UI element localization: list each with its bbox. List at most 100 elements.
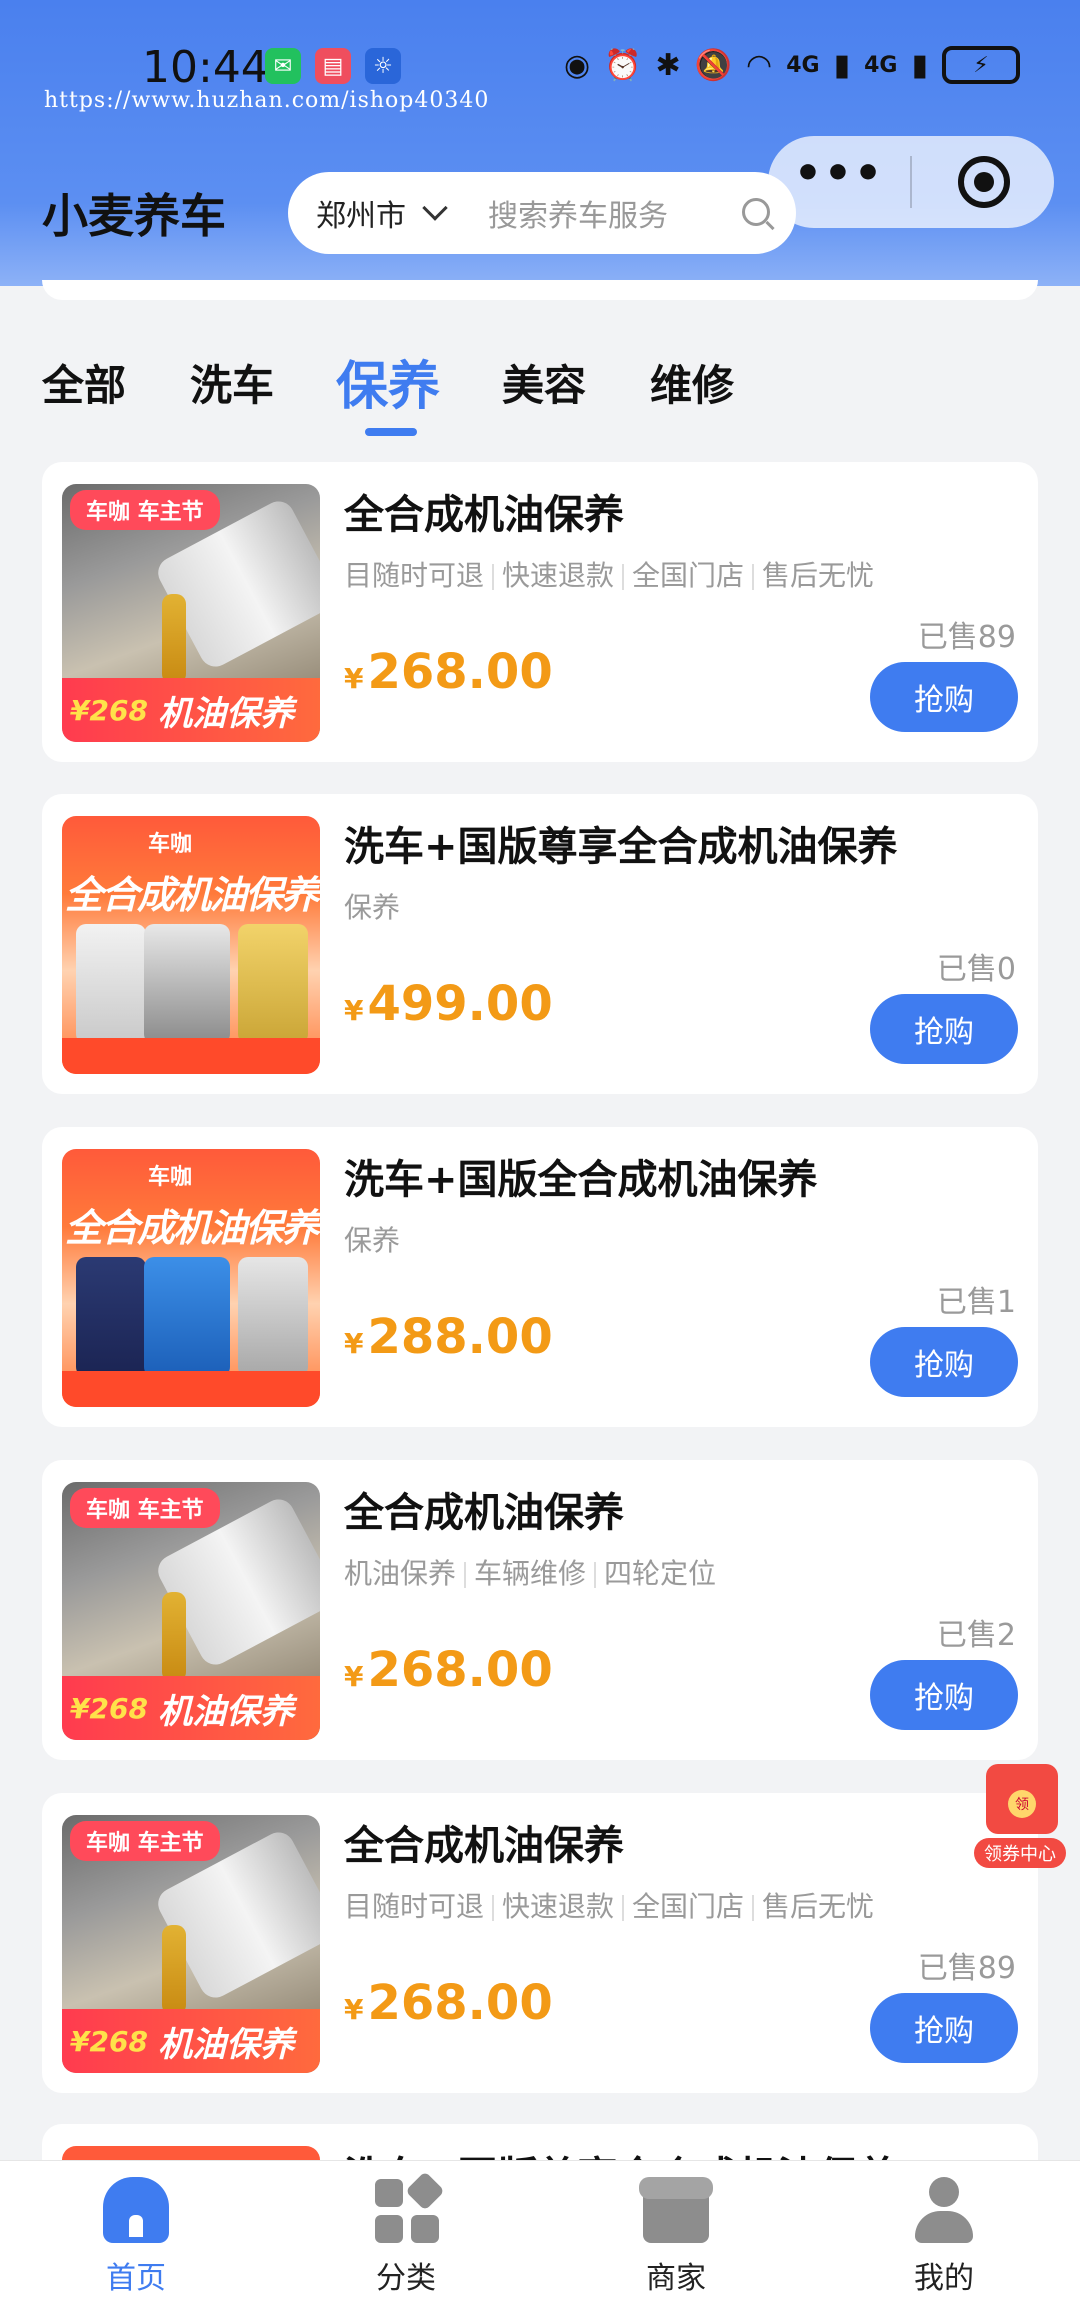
image-base [62,1371,320,1407]
close-target-icon[interactable] [958,156,1010,208]
image-title: 全合成机油保养 [64,873,319,917]
search-icon[interactable] [742,198,770,226]
product-title[interactable]: 全合成机油保养 [344,482,624,540]
product-title[interactable]: 洗车+国版全合成机油保养 [344,1147,818,1205]
tag-divider [594,1562,597,1588]
product-price: ¥288.00 [344,1309,553,1365]
product-image[interactable]: 车咖 全合成机油保养 [62,816,320,1074]
category-tabs: 全部 洗车 保养 美容 维修 [0,340,1080,436]
product-card[interactable]: 车咖 全合成机油保养 洗车+国版尊享全合成机油保养 保养 ¥499.00 已售0… [42,794,1038,1094]
image-price: ¥268 [70,2024,148,2058]
product-tags: 机油保养 车辆维修 四轮定位 [344,1552,716,1592]
bluetooth-icon: ✱ [655,47,681,83]
user-head [929,2177,959,2207]
battery-icon: ⚡ [942,46,1020,84]
currency-symbol: ¥ [344,1660,364,1693]
price-value: 288.00 [367,1309,553,1365]
tab-indicator [365,428,417,436]
image-title: 全合成机油保养 [64,1206,319,1250]
image-title: 机油保养 [157,693,294,734]
product-image[interactable]: 车咖 车主节 ¥268 机油保养 [62,484,320,742]
signal-4g-1: 4G [786,52,820,78]
nav-label: 首页 [106,2261,166,2296]
category-square [375,2179,403,2207]
oil-bottle-shape [76,1257,146,1377]
tag-divider [622,1895,625,1921]
capsule-divider [910,156,912,208]
product-tag: 保养 [344,1224,401,1257]
buy-button[interactable]: 抢购 [870,662,1018,732]
sold-count: 已售89 [917,620,1016,655]
nav-label: 我的 [914,2261,974,2296]
app-title: 小麦养车 [42,189,226,243]
signal-bars-icon: ▮ [833,47,851,83]
oil-bottle-shape [144,924,230,1044]
product-tag: 全国门店 [632,559,745,592]
chevron-down-icon[interactable] [422,195,448,221]
product-tag: 保养 [344,891,401,924]
bulb-icon: ☼ [365,48,401,84]
product-tag: 目随时可退 [344,559,485,592]
home-icon [103,2177,169,2243]
price-value: 499.00 [367,976,553,1032]
product-image[interactable]: 车咖 车主节 ¥268 机油保养 [62,1482,320,1740]
buy-button[interactable]: 抢购 [870,1993,1018,2063]
tab-repair[interactable]: 维修 [650,352,734,413]
location-search-bar[interactable]: 郑州市 搜索养车服务 [288,172,796,254]
mini-program-capsule: ••• [768,136,1054,228]
oil-bottle-shape [238,1257,308,1377]
image-price: ¥268 [70,1691,148,1725]
currency-symbol: ¥ [344,1327,364,1360]
product-card[interactable]: 车咖 车主节 ¥268 机油保养 全合成机油保养 目随时可退 快速退款 全国门店 售后… [42,1793,1038,2093]
product-tag: 车辆维修 [474,1557,587,1590]
image-logo: 车咖 [148,832,193,857]
product-title[interactable]: 全合成机油保养 [344,1813,624,1871]
search-input[interactable]: 搜索养车服务 [488,191,668,235]
product-card[interactable]: 车咖 车主节 ¥268 机油保养 全合成机油保养 机油保养 车辆维修 四轮定位 ¥2… [42,1460,1038,1760]
coupon-center-button[interactable]: 领 领券中心 [972,1764,1068,1872]
image-promo-strip: ¥268 机油保养 [62,1676,320,1740]
wechat-icon: ✉ [265,48,301,84]
product-price: ¥268.00 [344,644,553,700]
product-tag: 目随时可退 [344,1890,485,1923]
bottom-nav: 首页 分类 商家 我的 [0,2160,1080,2310]
product-tag: 快速退款 [502,559,615,592]
tab-maintenance[interactable]: 保养 [336,344,440,419]
product-tag: 快速退款 [502,1890,615,1923]
image-promo-strip: ¥268 机油保养 [62,2009,320,2073]
image-title: 机油保养 [157,2024,294,2065]
oil-pour-shape [162,1592,186,1682]
oil-bottle-shape [76,924,146,1044]
watermark: https://www.huzhan.com/ishop40340 [44,88,490,113]
image-base [62,1038,320,1074]
price-value: 268.00 [367,1975,553,2031]
oil-bottle-shape [144,1257,230,1377]
product-title[interactable]: 全合成机油保养 [344,1480,624,1538]
nav-label: 分类 [376,2261,436,2296]
image-banner: 车咖 车主节 [70,1821,220,1861]
tab-beauty[interactable]: 美容 [502,352,586,413]
wifi-icon: ◠ [746,47,773,83]
nav-category[interactable]: 分类 [326,2171,486,2297]
product-tag: 全国门店 [632,1890,745,1923]
tag-divider [492,1895,495,1921]
buy-button[interactable]: 抢购 [870,994,1018,1064]
product-image[interactable]: 车咖 车主节 ¥268 机油保养 [62,1815,320,2073]
more-icon[interactable]: ••• [768,148,910,199]
tag-divider [752,564,755,590]
city-selector[interactable]: 郑州市 [316,191,406,235]
nav-profile[interactable]: 我的 [864,2177,1024,2297]
oil-bottle-shape [238,924,308,1044]
nav-shop[interactable]: 商家 [596,2177,756,2297]
product-image[interactable]: 车咖 全合成机油保养 [62,1149,320,1407]
product-title[interactable]: 洗车+国版尊享全合成机油保养 [344,814,898,872]
category-square [405,2171,445,2211]
nav-home[interactable]: 首页 [56,2177,216,2297]
buy-button[interactable]: 抢购 [870,1327,1018,1397]
alarm-icon: ⏰ [604,47,642,83]
buy-button[interactable]: 抢购 [870,1660,1018,1730]
tab-carwash[interactable]: 洗车 [190,352,274,413]
tab-all[interactable]: 全部 [42,352,126,413]
product-card[interactable]: 车咖 车主节 ¥268 机油保养 全合成机油保养 目随时可退 快速退款 全国门店 售后… [42,462,1038,762]
product-card[interactable]: 车咖 全合成机油保养 洗车+国版全合成机油保养 保养 ¥288.00 已售1 抢… [42,1127,1038,1427]
